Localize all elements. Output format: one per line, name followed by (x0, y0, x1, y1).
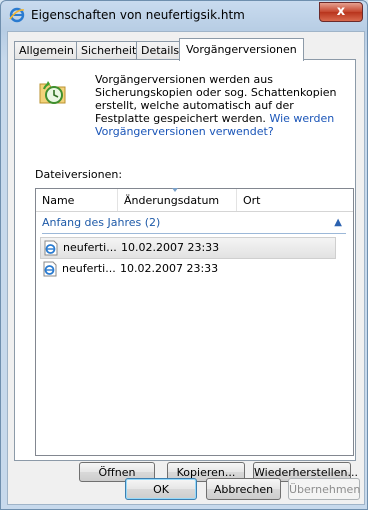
intro-text-block: Vorgängerversionen werden aus Sicherungs… (95, 73, 351, 138)
chevron-up-icon[interactable]: ▲ (334, 215, 342, 231)
group-header[interactable]: Anfang des Jahres (2) ▲ (42, 215, 346, 234)
apply-button[interactable]: Übernehmen (288, 478, 360, 500)
title-bar[interactable]: Eigenschaften von neufertigsik.htm x (1, 1, 367, 29)
list-item[interactable]: neuferti... 10.02.2007 23:33 (40, 259, 334, 279)
list-item[interactable]: neuferti... 10.02.2007 23:33 (40, 237, 336, 259)
window-title: Eigenschaften von neufertigsik.htm (31, 8, 245, 22)
row-date: 10.02.2007 23:33 (120, 262, 219, 275)
row-name: neuferti... (63, 241, 117, 254)
cancel-button[interactable]: Abbrechen (206, 478, 281, 500)
html-file-icon (43, 261, 57, 277)
tab-allgemein[interactable]: Allgemein (14, 41, 79, 60)
ie-document-icon (9, 7, 25, 23)
column-header-row: Name Änderungsdatum Ort (36, 188, 353, 212)
row-name: neuferti... (62, 262, 116, 275)
dialog-client-area: Allgemein Sicherheit Details Vorgängerve… (7, 31, 365, 505)
previous-versions-panel: Vorgängerversionen werden aus Sicherungs… (14, 59, 358, 482)
ok-button[interactable]: OK (125, 478, 197, 500)
close-button[interactable]: x (319, 2, 363, 22)
column-header-location[interactable]: Ort (237, 189, 353, 211)
tab-vorgaengerversionen[interactable]: Vorgängerversionen (179, 38, 304, 61)
html-file-icon (44, 240, 58, 256)
sort-indicator-icon (172, 188, 178, 192)
file-versions-label: Dateiversionen: (35, 168, 123, 181)
file-versions-list[interactable]: Name Änderungsdatum Ort Anfang des Jahre… (35, 188, 354, 456)
column-header-date[interactable]: Änderungsdatum (118, 189, 237, 211)
row-date: 10.02.2007 23:33 (121, 241, 220, 254)
group-label: Anfang des Jahres (2) (42, 216, 161, 229)
tab-details[interactable]: Details (136, 41, 185, 60)
folder-clock-icon (39, 81, 66, 104)
tab-sicherheit[interactable]: Sicherheit (76, 41, 142, 60)
column-header-name[interactable]: Name (36, 189, 118, 211)
properties-window: Eigenschaften von neufertigsik.htm x All… (0, 0, 368, 510)
